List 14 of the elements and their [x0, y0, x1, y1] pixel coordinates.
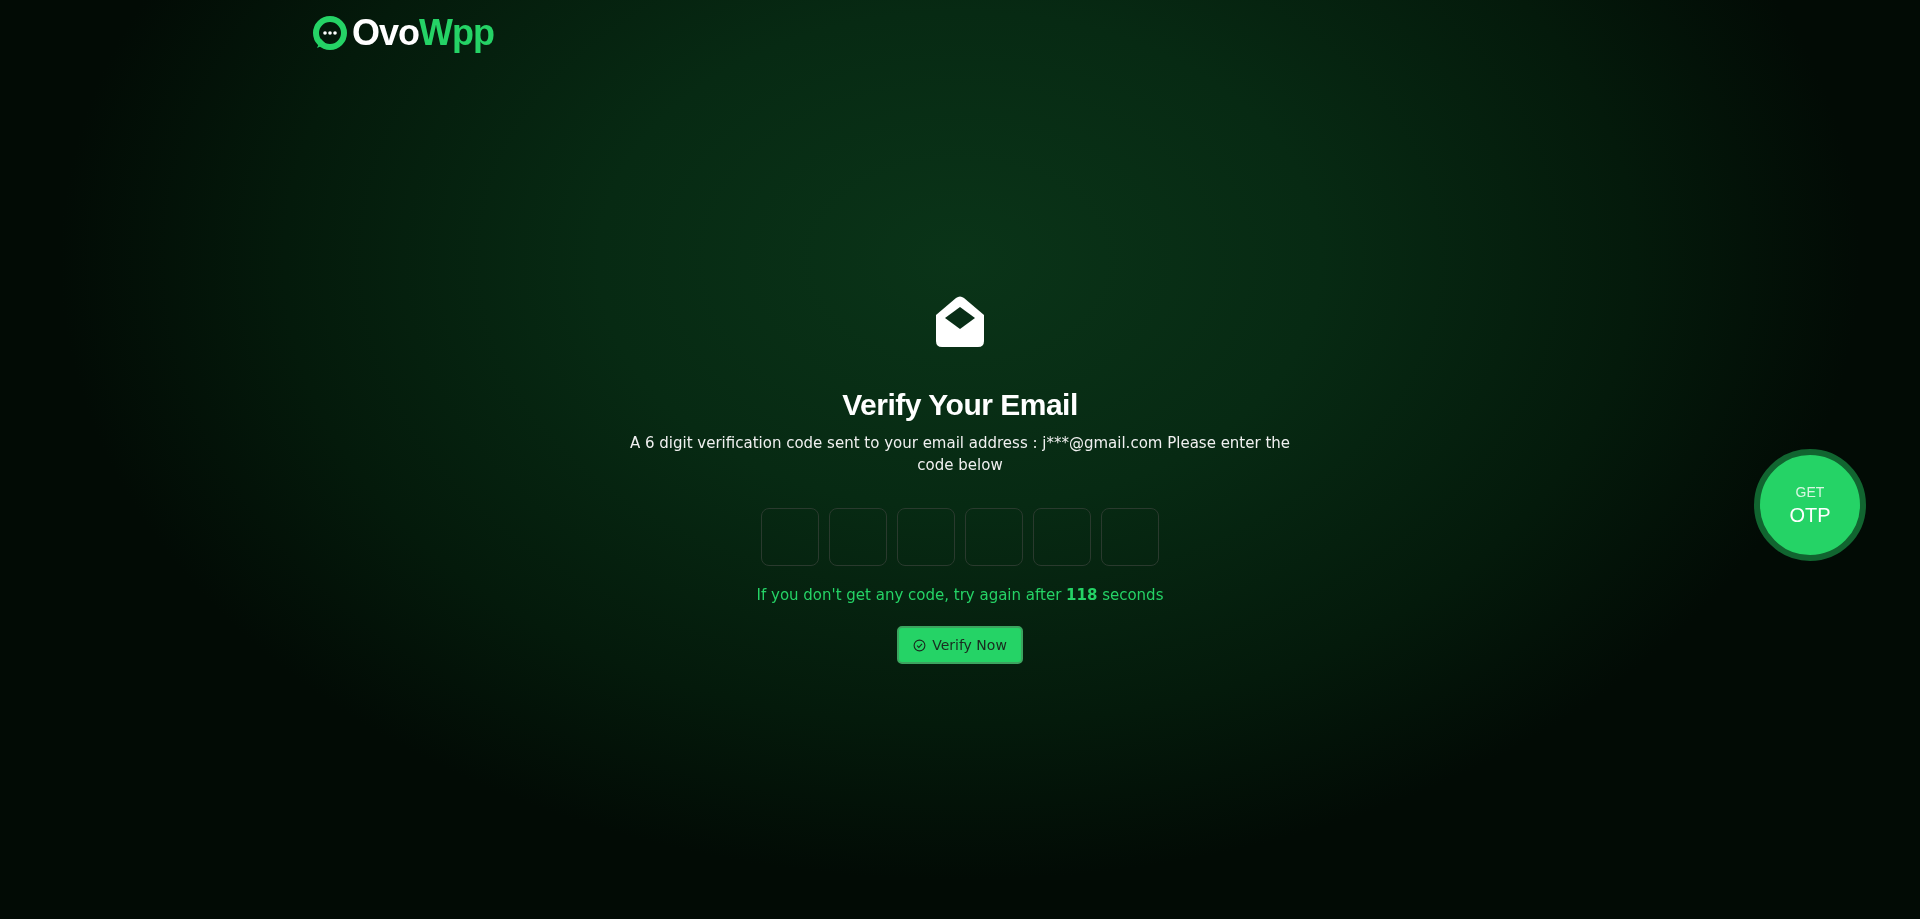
resend-timer-text: If you don't get any code, try again after 118 seconds: [756, 586, 1164, 604]
logo-text: OvoWpp: [352, 14, 494, 52]
instruction-text: A 6 digit verification code sent to your email address : j***@gmail.com Please enter the code below: [628, 433, 1292, 476]
code-digit-field[interactable]: [761, 508, 819, 566]
check-circle-icon: [913, 638, 927, 652]
code-digit-field[interactable]: [897, 508, 955, 566]
code-digit-field[interactable]: [829, 508, 887, 566]
code-digit-field[interactable]: [1033, 508, 1091, 566]
code-digit-field[interactable]: [1101, 508, 1159, 566]
code-digit-field[interactable]: [965, 508, 1023, 566]
chat-bubble-icon: [312, 15, 348, 51]
verify-button[interactable]: Verify Now: [897, 626, 1023, 664]
envelope-icon: [934, 295, 986, 347]
page-title: Verify Your Email: [842, 388, 1078, 422]
